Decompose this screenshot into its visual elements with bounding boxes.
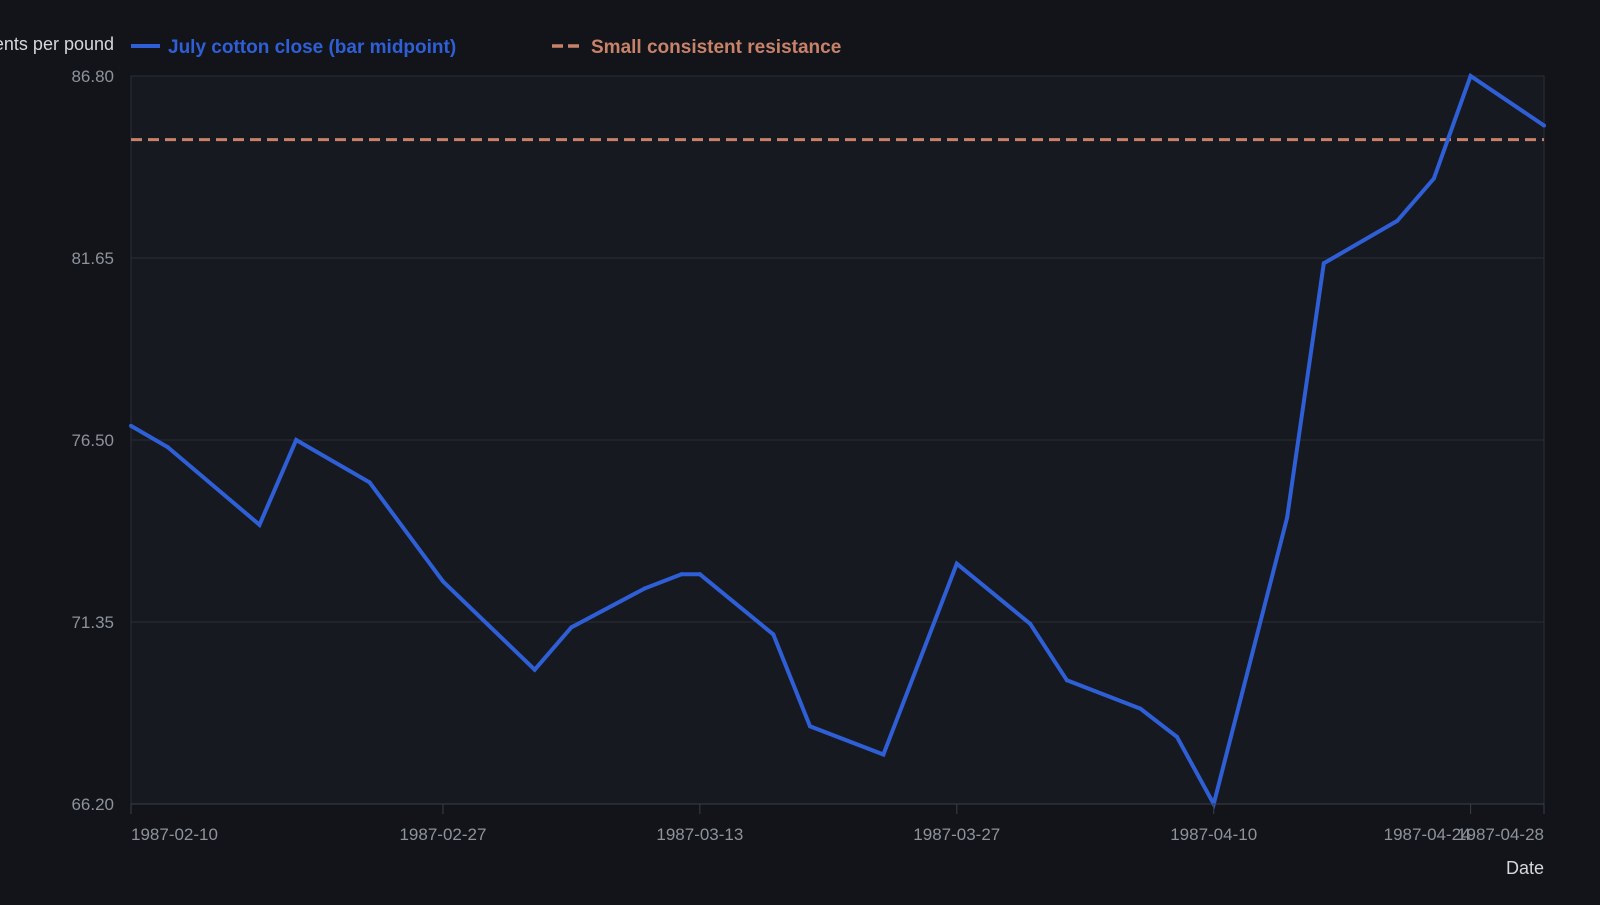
data-point: [771, 632, 776, 637]
data-point: [1542, 123, 1546, 128]
data-point: [808, 724, 812, 729]
legend-item-resistance: Small consistent resistance: [552, 37, 841, 58]
data-point: [954, 561, 959, 566]
data-point: [165, 445, 170, 450]
data-point: [1321, 261, 1326, 266]
data-point: [1064, 678, 1069, 683]
data-point: [679, 572, 684, 577]
legend-label-series: July cotton close (bar midpoint): [168, 37, 456, 58]
data-point: [294, 438, 299, 442]
data-point: [367, 480, 372, 485]
chart: 1987-02-10 1987-02-27 1987-03-13 1987-03-27…: [0, 0, 1600, 900]
data-point: [1285, 515, 1290, 520]
data-point: [257, 522, 262, 527]
data-point: [441, 579, 445, 584]
legend: July cotton close (bar midpoint) Small c…: [131, 37, 841, 58]
y-axis: 66.20 71.35 76.50 81.65 86.80: [71, 67, 114, 814]
data-point: [697, 572, 702, 577]
legend-label-resistance: Small consistent resistance: [591, 37, 841, 58]
x-tick-label: 1987-03-27: [913, 825, 1000, 844]
y-tick-label: 71.35: [71, 613, 114, 632]
data-point: [129, 423, 133, 428]
y-tick-label: 66.20: [71, 795, 114, 814]
data-point: [1431, 176, 1436, 181]
data-point: [1468, 74, 1473, 78]
data-point: [532, 667, 537, 672]
legend-item-series: July cotton close (bar midpoint): [131, 37, 456, 58]
data-point: [881, 752, 886, 757]
data-point: [1028, 621, 1033, 626]
y-tick-label: 81.65: [71, 249, 114, 268]
data-point: [642, 586, 647, 591]
data-point: [569, 625, 574, 630]
x-tick-label: 1987-02-27: [399, 825, 486, 844]
y-tick-label: 86.80: [71, 67, 114, 86]
x-tick-label: 1987-03-13: [656, 825, 743, 844]
y-axis-title: Cents per pound: [0, 34, 114, 54]
x-axis: 1987-02-10 1987-02-27 1987-03-13 1987-03-27…: [130, 803, 1545, 844]
x-tick-label: 1987-04-28: [1457, 825, 1544, 844]
line-chart: 1987-02-10 1987-02-27 1987-03-13 1987-03-27…: [0, 34, 1546, 878]
y-tick-label: 76.50: [71, 431, 114, 450]
x-tick-label: 1987-04-10: [1170, 825, 1257, 844]
data-point: [1175, 734, 1179, 739]
x-axis-title: Date: [1506, 858, 1544, 878]
data-point: [1395, 218, 1400, 223]
data-point: [1138, 706, 1143, 711]
x-tick-label: 1987-02-10: [131, 825, 218, 844]
